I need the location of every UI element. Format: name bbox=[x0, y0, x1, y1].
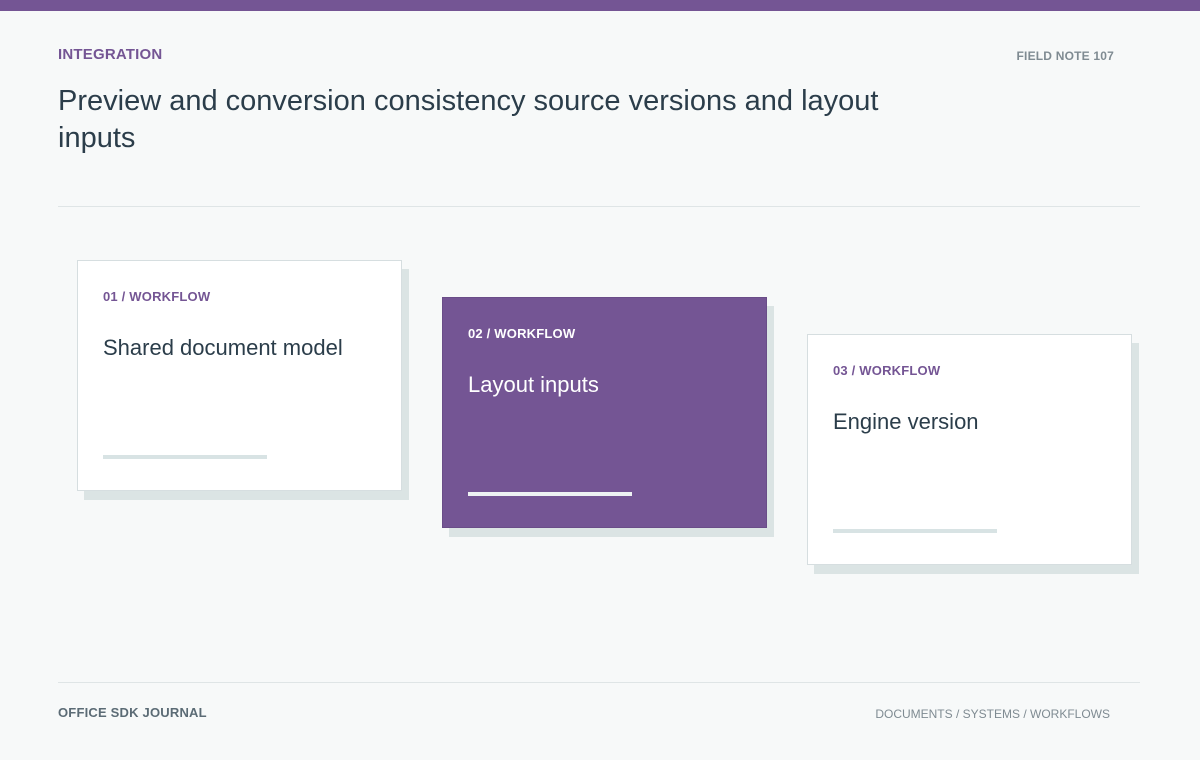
card-title: Shared document model bbox=[103, 335, 343, 360]
section-breadcrumb: DOCUMENTS / SYSTEMS / WORKFLOWS bbox=[875, 707, 1110, 721]
top-accent-bar bbox=[0, 0, 1200, 11]
card-kicker: 03 / WORKFLOW bbox=[833, 363, 941, 378]
footer-divider bbox=[58, 682, 1140, 683]
field-note-label: FIELD NOTE 107 bbox=[1016, 49, 1114, 63]
section-eyebrow: INTEGRATION bbox=[58, 46, 163, 63]
header-divider bbox=[58, 206, 1140, 207]
workflow-card-3: 03 / WORKFLOW Engine version bbox=[807, 334, 1132, 565]
page-title: Preview and conversion consistency sourc… bbox=[58, 85, 879, 154]
card-kicker: 01 / WORKFLOW bbox=[103, 289, 211, 304]
workflow-card-2: 02 / WORKFLOW Layout inputs bbox=[442, 297, 767, 528]
card-underline bbox=[833, 529, 997, 533]
publication-name: OFFICE SDK JOURNAL bbox=[58, 705, 207, 720]
workflow-card-1: 01 / WORKFLOW Shared document model bbox=[77, 260, 402, 491]
card-kicker: 02 / WORKFLOW bbox=[468, 326, 576, 341]
card-title: Engine version bbox=[833, 409, 979, 434]
card-underline bbox=[103, 455, 267, 459]
card-underline bbox=[468, 492, 632, 496]
card-title: Layout inputs bbox=[468, 372, 599, 397]
